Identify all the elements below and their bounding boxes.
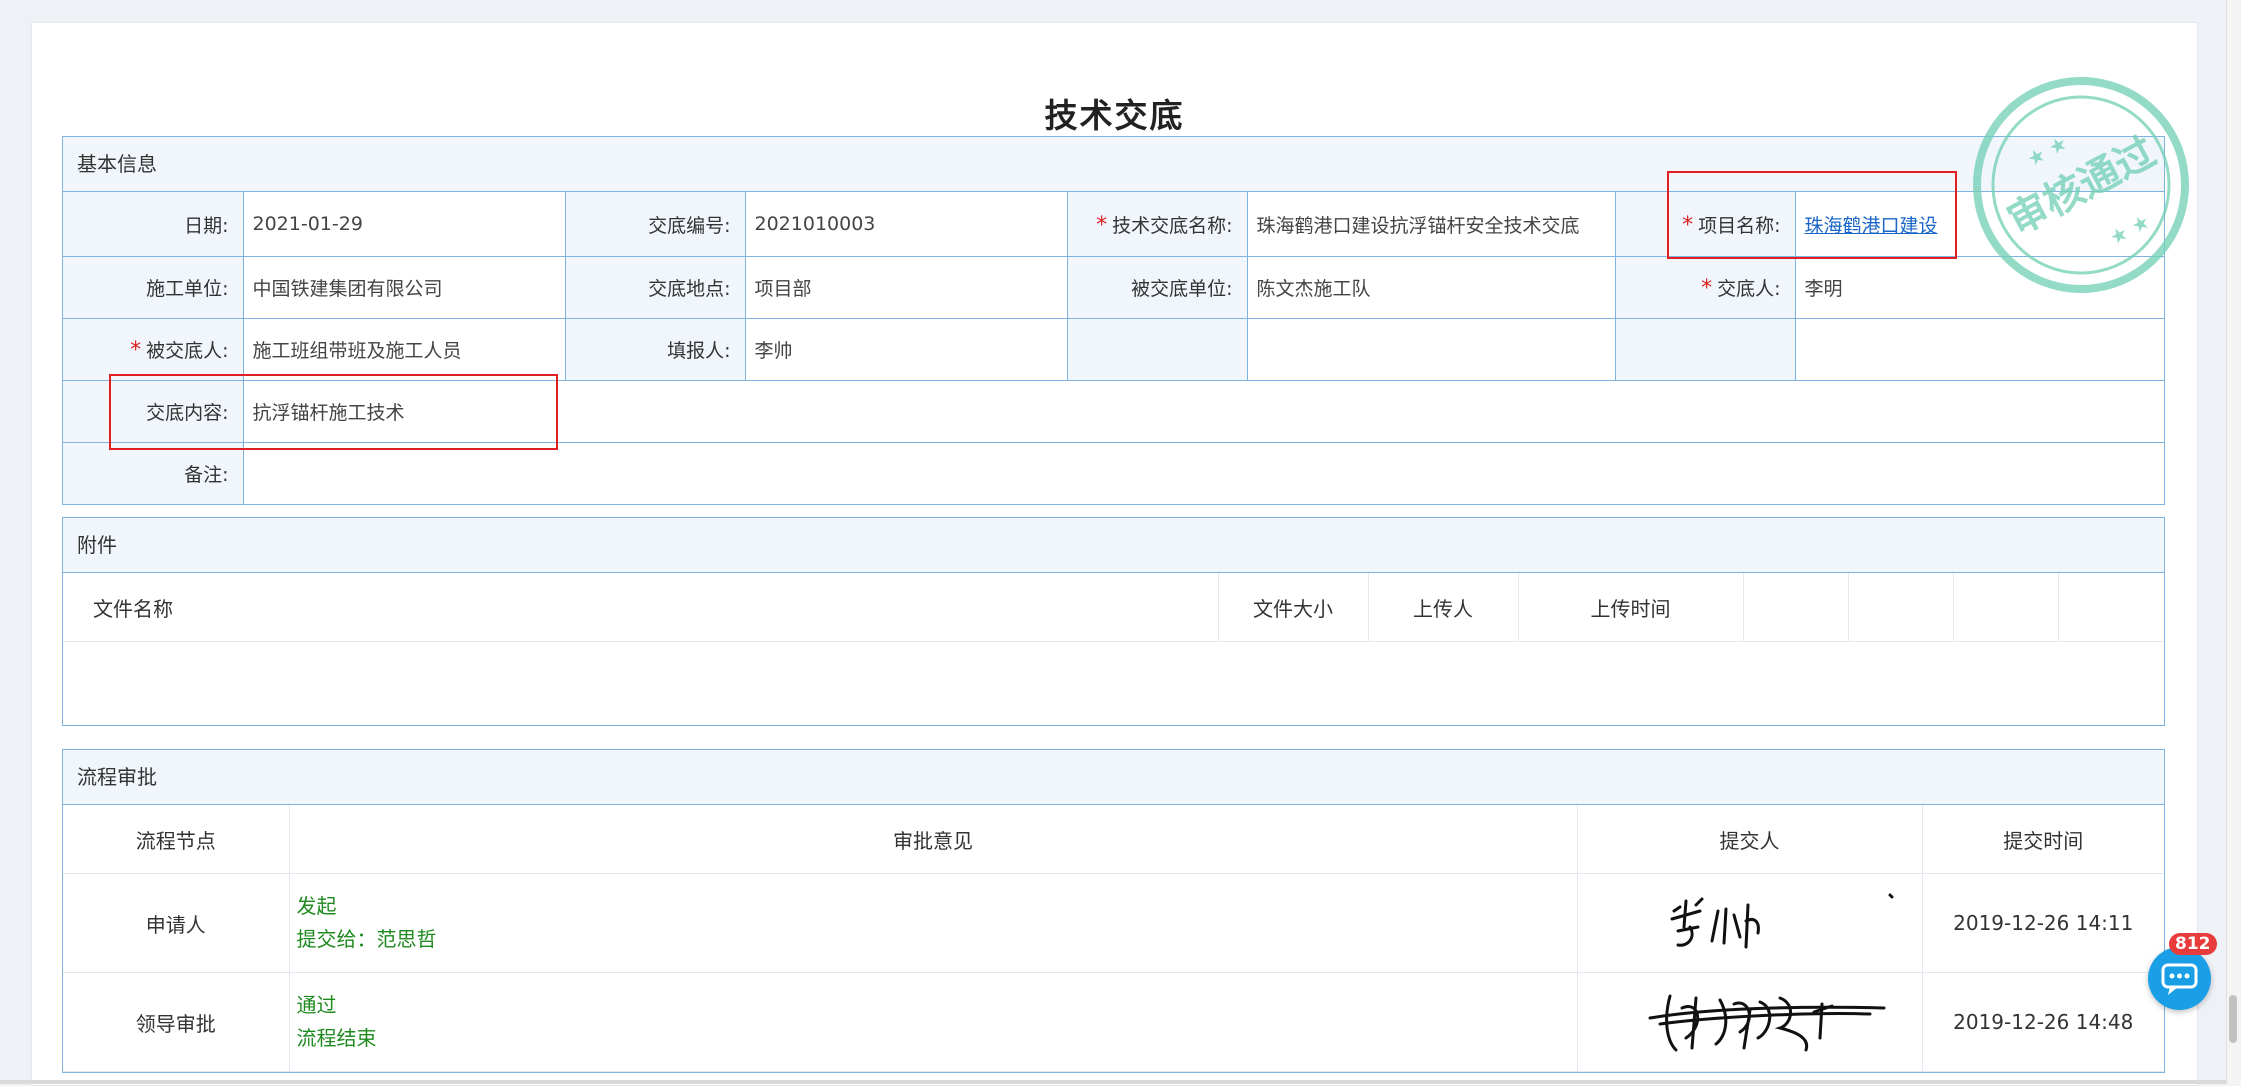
column-header [1952, 573, 2058, 642]
empty-label [1066, 318, 1248, 381]
document-page: 技术交底 基本信息 日期: 2021-01-29 交底编号: 202101000… [31, 22, 2198, 1086]
signature-cell [1576, 873, 1923, 973]
signature-image [1648, 994, 1885, 1051]
column-header: 文件名称 [63, 573, 1218, 642]
empty-value [1246, 318, 1616, 381]
table-header-row: 文件名称 文件大小 上传人 上传时间 [63, 573, 2164, 642]
opinion-line: 流程结束 [296, 1026, 377, 1050]
highlight-box-project [1667, 171, 1957, 259]
chat-bubble-icon [2161, 963, 2198, 995]
name-label: * 技术交底名称: [1066, 192, 1248, 257]
table-row: 领导审批 通过 流程结束 2019-12-26 14:48 [63, 972, 2164, 1072]
code-value: 2021010003 [744, 192, 1068, 257]
column-header [1847, 573, 1953, 642]
column-header: 文件大小 [1217, 573, 1368, 642]
column-header [1742, 573, 1848, 642]
signature-cell [1576, 972, 1923, 1072]
column-header: 上传时间 [1517, 573, 1743, 642]
required-mark: * [1701, 276, 1713, 301]
reporter-value: 李帅 [744, 318, 1068, 381]
approval-stamp: 审核通过 ★ ★ ★ ★ [1973, 77, 2189, 293]
page-title: 技术交底 [1044, 96, 1185, 135]
table-row: 申请人 发起 提交给：范思哲 2019-12-26 14:11 [63, 873, 2164, 973]
column-header: 提交时间 [1921, 805, 2164, 874]
remark-value [242, 442, 2164, 504]
highlight-box-content [109, 374, 558, 450]
recv-unit-label: 被交底单位: [1066, 256, 1248, 319]
place-value: 项目部 [744, 256, 1068, 319]
flow-opinion: 通过 流程结束 [288, 972, 1578, 1072]
chat-badge: 812 [2169, 933, 2217, 955]
receiver-value: 施工班组带班及施工人员 [242, 318, 566, 381]
bottom-bar [0, 1080, 2226, 1084]
date-value: 2021-01-29 [242, 192, 566, 257]
required-mark: * [130, 338, 142, 363]
reporter-label: 填报人: [564, 318, 746, 381]
name-value: 珠海鹤港口建设抗浮锚杆安全技术交底 [1246, 192, 1616, 257]
receiver-label: * 被交底人: [63, 318, 244, 381]
flow-opinion: 发起 提交给：范思哲 [288, 873, 1578, 973]
table-row: 备注: [63, 442, 2164, 504]
scrollbar[interactable] [2226, 0, 2241, 1084]
empty-label [1614, 318, 1796, 381]
column-header: 上传人 [1367, 573, 1518, 642]
flow-header: 流程审批 [63, 750, 2164, 805]
column-header: 提交人 [1576, 805, 1923, 874]
attachment-table: 文件名称 文件大小 上传人 上传时间 [63, 573, 2164, 642]
opinion-line: 发起 [296, 894, 337, 918]
required-mark: * [1096, 212, 1108, 238]
flow-section: 流程审批 流程节点 审批意见 提交人 提交时间 申请人 发起 提交给：范思哲 2… [62, 749, 2165, 1073]
opinion-line: 提交给：范思哲 [296, 927, 437, 951]
code-label: 交底编号: [564, 192, 746, 257]
empty-value [1794, 318, 2164, 381]
table-row: * 被交底人: 施工班组带班及施工人员 填报人: 李帅 [63, 318, 2164, 381]
signature-image [1670, 893, 1893, 948]
flow-node: 申请人 [63, 873, 290, 973]
place-label: 交底地点: [564, 256, 746, 319]
submit-time: 2019-12-26 14:11 [1921, 873, 2164, 973]
attachment-header: 附件 [63, 518, 2164, 573]
unit-label: 施工单位: [63, 256, 244, 319]
column-header: 审批意见 [288, 805, 1578, 874]
table-header-row: 流程节点 审批意见 提交人 提交时间 [63, 805, 2164, 874]
giver-label: * 交底人: [1614, 256, 1796, 319]
date-label: 日期: [63, 192, 244, 257]
chat-button[interactable] [2148, 947, 2211, 1010]
opinion-line: 通过 [296, 993, 337, 1017]
svg-text:★ ★: ★ ★ [2023, 130, 2072, 171]
flow-node: 领导审批 [63, 972, 290, 1072]
flow-table: 流程节点 审批意见 提交人 提交时间 申请人 发起 提交给：范思哲 2019-1… [63, 805, 2164, 1072]
submit-time: 2019-12-26 14:48 [1921, 972, 2164, 1072]
recv-unit-value: 陈文杰施工队 [1246, 256, 1616, 319]
unit-value: 中国铁建集团有限公司 [242, 256, 566, 319]
attachment-section: 附件 文件名称 文件大小 上传人 上传时间 [62, 517, 2165, 726]
column-header [2057, 573, 2164, 642]
scrollbar-thumb[interactable] [2229, 995, 2237, 1043]
remark-label: 备注: [63, 442, 244, 504]
table-row: 施工单位: 中国铁建集团有限公司 交底地点: 项目部 被交底单位: 陈文杰施工队… [63, 256, 2164, 319]
column-header: 流程节点 [63, 805, 290, 874]
